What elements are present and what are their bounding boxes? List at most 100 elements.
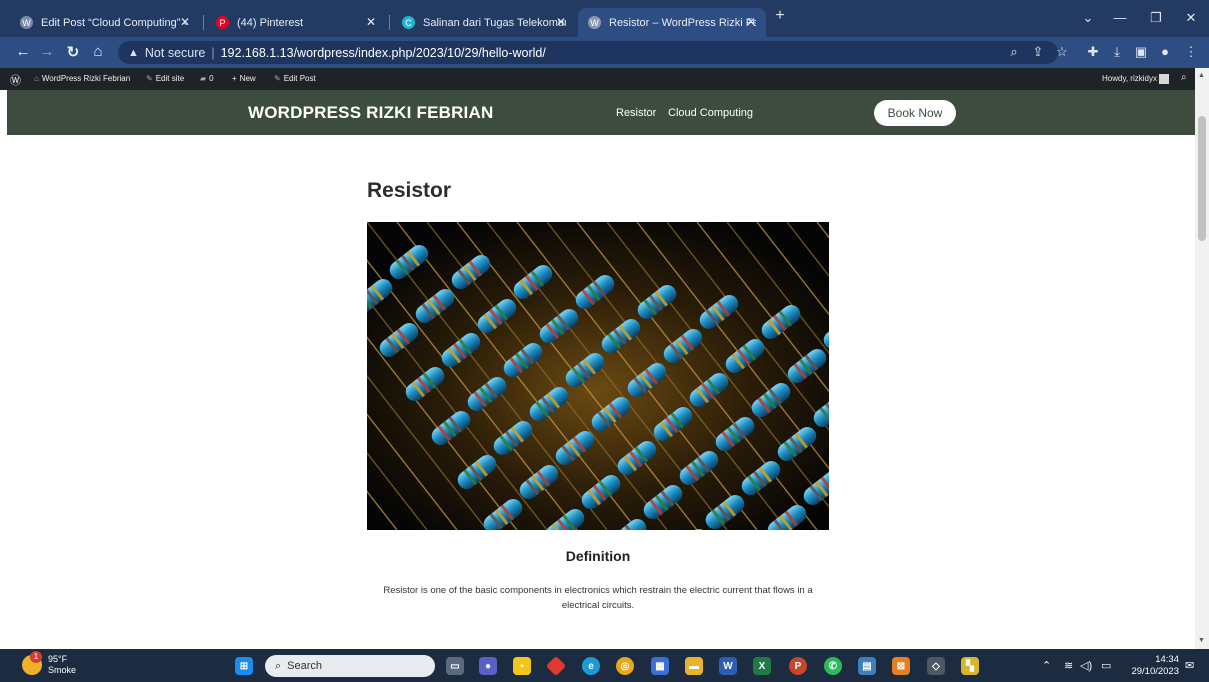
admin-edit-site[interactable]: ✎ Edit site	[146, 74, 184, 83]
browser-tab-active[interactable]: W Resistor – WordPress Rizki Febri ✕	[578, 8, 766, 37]
forward-icon[interactable]: →	[38, 43, 56, 60]
admin-edit-site-label: Edit site	[155, 74, 185, 83]
browser-tab-strip: W Edit Post “Cloud Computing” ‹ W ✕ P (4…	[0, 0, 1209, 37]
notification-icon[interactable]: ✉	[1185, 659, 1194, 672]
tray-chevron-icon[interactable]: ⌃	[1042, 659, 1051, 672]
start-windows-icon[interactable]: ⊞	[235, 657, 253, 675]
wordpress-tab-icon: W	[588, 16, 601, 29]
word-icon[interactable]: W	[719, 657, 737, 675]
share-icon[interactable]: ⇪	[1029, 44, 1047, 60]
site-title[interactable]: WORDPRESS RIZKI FEBRIAN	[248, 103, 493, 123]
admin-comments-count: 0	[209, 74, 214, 83]
weather-widget[interactable]: 1 95°F Smoke	[22, 651, 77, 676]
tab-label: Edit Post “Cloud Computing” ‹ W	[41, 16, 190, 29]
admin-edit-post[interactable]: ✎ Edit Post	[274, 74, 316, 83]
site-header: WORDPRESS RIZKI FEBRIAN Resistor Cloud C…	[7, 90, 1195, 135]
battery-icon[interactable]: ▭	[1101, 659, 1111, 672]
download-icon[interactable]: ⤓	[1108, 44, 1126, 60]
book-now-button[interactable]: Book Now	[874, 100, 956, 126]
new-tab-button[interactable]: +	[770, 7, 790, 25]
home-icon[interactable]: ⌂	[89, 43, 107, 60]
chrome-icon[interactable]: ◎	[616, 657, 634, 675]
admin-site-name-label: WordPress Rizki Febrian	[41, 74, 131, 83]
wifi-icon[interactable]: ≋	[1064, 659, 1073, 672]
excel-icon[interactable]: X	[753, 657, 771, 675]
wordpress-tab-icon: W	[20, 16, 33, 29]
admin-comments[interactable]: ▰ 0	[200, 74, 214, 83]
scroll-up-icon[interactable]: ▲	[1198, 72, 1205, 79]
browser-tab[interactable]: P (44) Pinterest ✕	[206, 8, 386, 37]
tab-label: (44) Pinterest	[237, 16, 304, 29]
wordpress-logo-icon[interactable]: Ⓦ	[10, 72, 21, 88]
close-tab-icon[interactable]: ✕	[366, 15, 376, 29]
pinterest-tab-icon: P	[216, 16, 229, 29]
section-heading: Definition	[565, 548, 631, 564]
admin-howdy[interactable]: Howdy, rizkidyx	[1102, 74, 1170, 84]
file-explorer-icon[interactable]: ▬	[685, 657, 703, 675]
tab-label: Salinan dari Tugas Telekomunika	[423, 16, 566, 29]
reload-icon[interactable]: ↻	[64, 43, 82, 61]
url-text: 192.168.1.13/wordpress/index.php/2023/10…	[220, 45, 546, 60]
taskbar-search-placeholder: Search	[287, 660, 323, 672]
back-icon[interactable]: ←	[14, 43, 32, 60]
powerpoint-icon[interactable]: P	[789, 657, 807, 675]
nav-link-cloud-computing[interactable]: Cloud Computing	[668, 107, 753, 119]
post-content: Resistor Definition Resistor is one of t…	[7, 135, 1195, 649]
edge-icon[interactable]: e	[582, 657, 600, 675]
close-window-icon[interactable]: ✕	[1181, 10, 1201, 26]
address-bar[interactable]: ▲ Not secure | 192.168.1.13/wordpress/in…	[118, 41, 1058, 64]
scroll-down-icon[interactable]: ▼	[1198, 637, 1205, 644]
admin-new-label: New	[239, 74, 256, 83]
profile-avatar[interactable]: ●	[1156, 44, 1174, 59]
pencil-icon: ✎	[274, 74, 281, 83]
plus-icon: +	[232, 74, 237, 83]
task-view-icon[interactable]: ▭	[446, 657, 464, 675]
sticky-notes-icon[interactable]: ▪	[513, 657, 531, 675]
bookmark-star-icon[interactable]: ☆	[1053, 44, 1071, 60]
menu-kebab-icon[interactable]: ⋮	[1182, 44, 1200, 60]
post-title: Resistor	[367, 179, 452, 202]
taskbar-search[interactable]: ⌕ Search	[265, 655, 435, 677]
minimize-icon[interactable]: —	[1110, 10, 1130, 25]
app-icon[interactable]	[545, 655, 567, 677]
restore-icon[interactable]: ❐	[1146, 10, 1166, 26]
clock-time: 14:34	[1155, 654, 1179, 665]
weather-sun-icon: 1	[22, 651, 42, 675]
page-scrollbar[interactable]: ▲ ▼	[1195, 68, 1209, 649]
image-viewer-icon[interactable]: ▤	[858, 657, 876, 675]
weather-temp: 95°F	[48, 654, 68, 664]
store-icon[interactable]: ▦	[651, 657, 669, 675]
admin-howdy-label: Howdy, rizkidyx	[1102, 74, 1157, 84]
xampp-icon[interactable]: ⊠	[892, 657, 910, 675]
browser-tab[interactable]: C Salinan dari Tugas Telekomunika ✕	[392, 8, 576, 37]
close-tab-icon[interactable]: ✕	[180, 15, 190, 29]
admin-search-icon[interactable]: ⌕	[1181, 72, 1187, 83]
browser-tab[interactable]: W Edit Post “Cloud Computing” ‹ W ✕	[10, 8, 200, 37]
nav-link-resistor[interactable]: Resistor	[616, 107, 656, 119]
security-label: Not secure	[144, 45, 206, 60]
3d-cube-icon[interactable]: ◇	[927, 657, 945, 675]
admin-new[interactable]: + New	[232, 74, 256, 83]
system-clock[interactable]: 14:34 29/10/2023	[1127, 654, 1179, 678]
app-icon[interactable]: ▚	[961, 657, 979, 675]
scrollbar-thumb[interactable]	[1198, 116, 1206, 241]
close-tab-icon[interactable]: ✕	[746, 15, 756, 29]
close-tab-icon[interactable]: ✕	[556, 15, 566, 29]
tab-search-icon[interactable]: ⌄	[1078, 10, 1098, 26]
browser-toolbar: ← → ↻ ⌂ ▲ Not secure | 192.168.1.13/word…	[0, 37, 1209, 68]
zoom-icon[interactable]: ⌕	[1005, 44, 1023, 60]
sidepanel-icon[interactable]: ▣	[1132, 44, 1150, 60]
admin-site-name[interactable]: ⌂ WordPress Rizki Febrian	[34, 74, 130, 83]
teams-icon[interactable]: ●	[479, 657, 497, 675]
whatsapp-icon[interactable]: ✆	[824, 657, 842, 675]
search-icon: ⌕	[275, 659, 282, 672]
windows-taskbar: 1 95°F Smoke ⊞ ⌕ Search ▭ ● ▪ e ◎ ▦ ▬ W …	[0, 649, 1209, 682]
volume-icon[interactable]: ◁)	[1080, 659, 1092, 672]
canva-tab-icon: C	[402, 16, 415, 29]
resistors-photo	[367, 222, 829, 530]
weather-desc: Smoke	[48, 665, 77, 675]
wp-admin-bar: Ⓦ ⌂ WordPress Rizki Febrian ✎ Edit site ▰ 0…	[0, 68, 1209, 90]
extensions-icon[interactable]: ✚	[1084, 44, 1102, 60]
dashboard-icon: ⌂	[34, 74, 39, 83]
post-featured-image	[367, 222, 829, 530]
